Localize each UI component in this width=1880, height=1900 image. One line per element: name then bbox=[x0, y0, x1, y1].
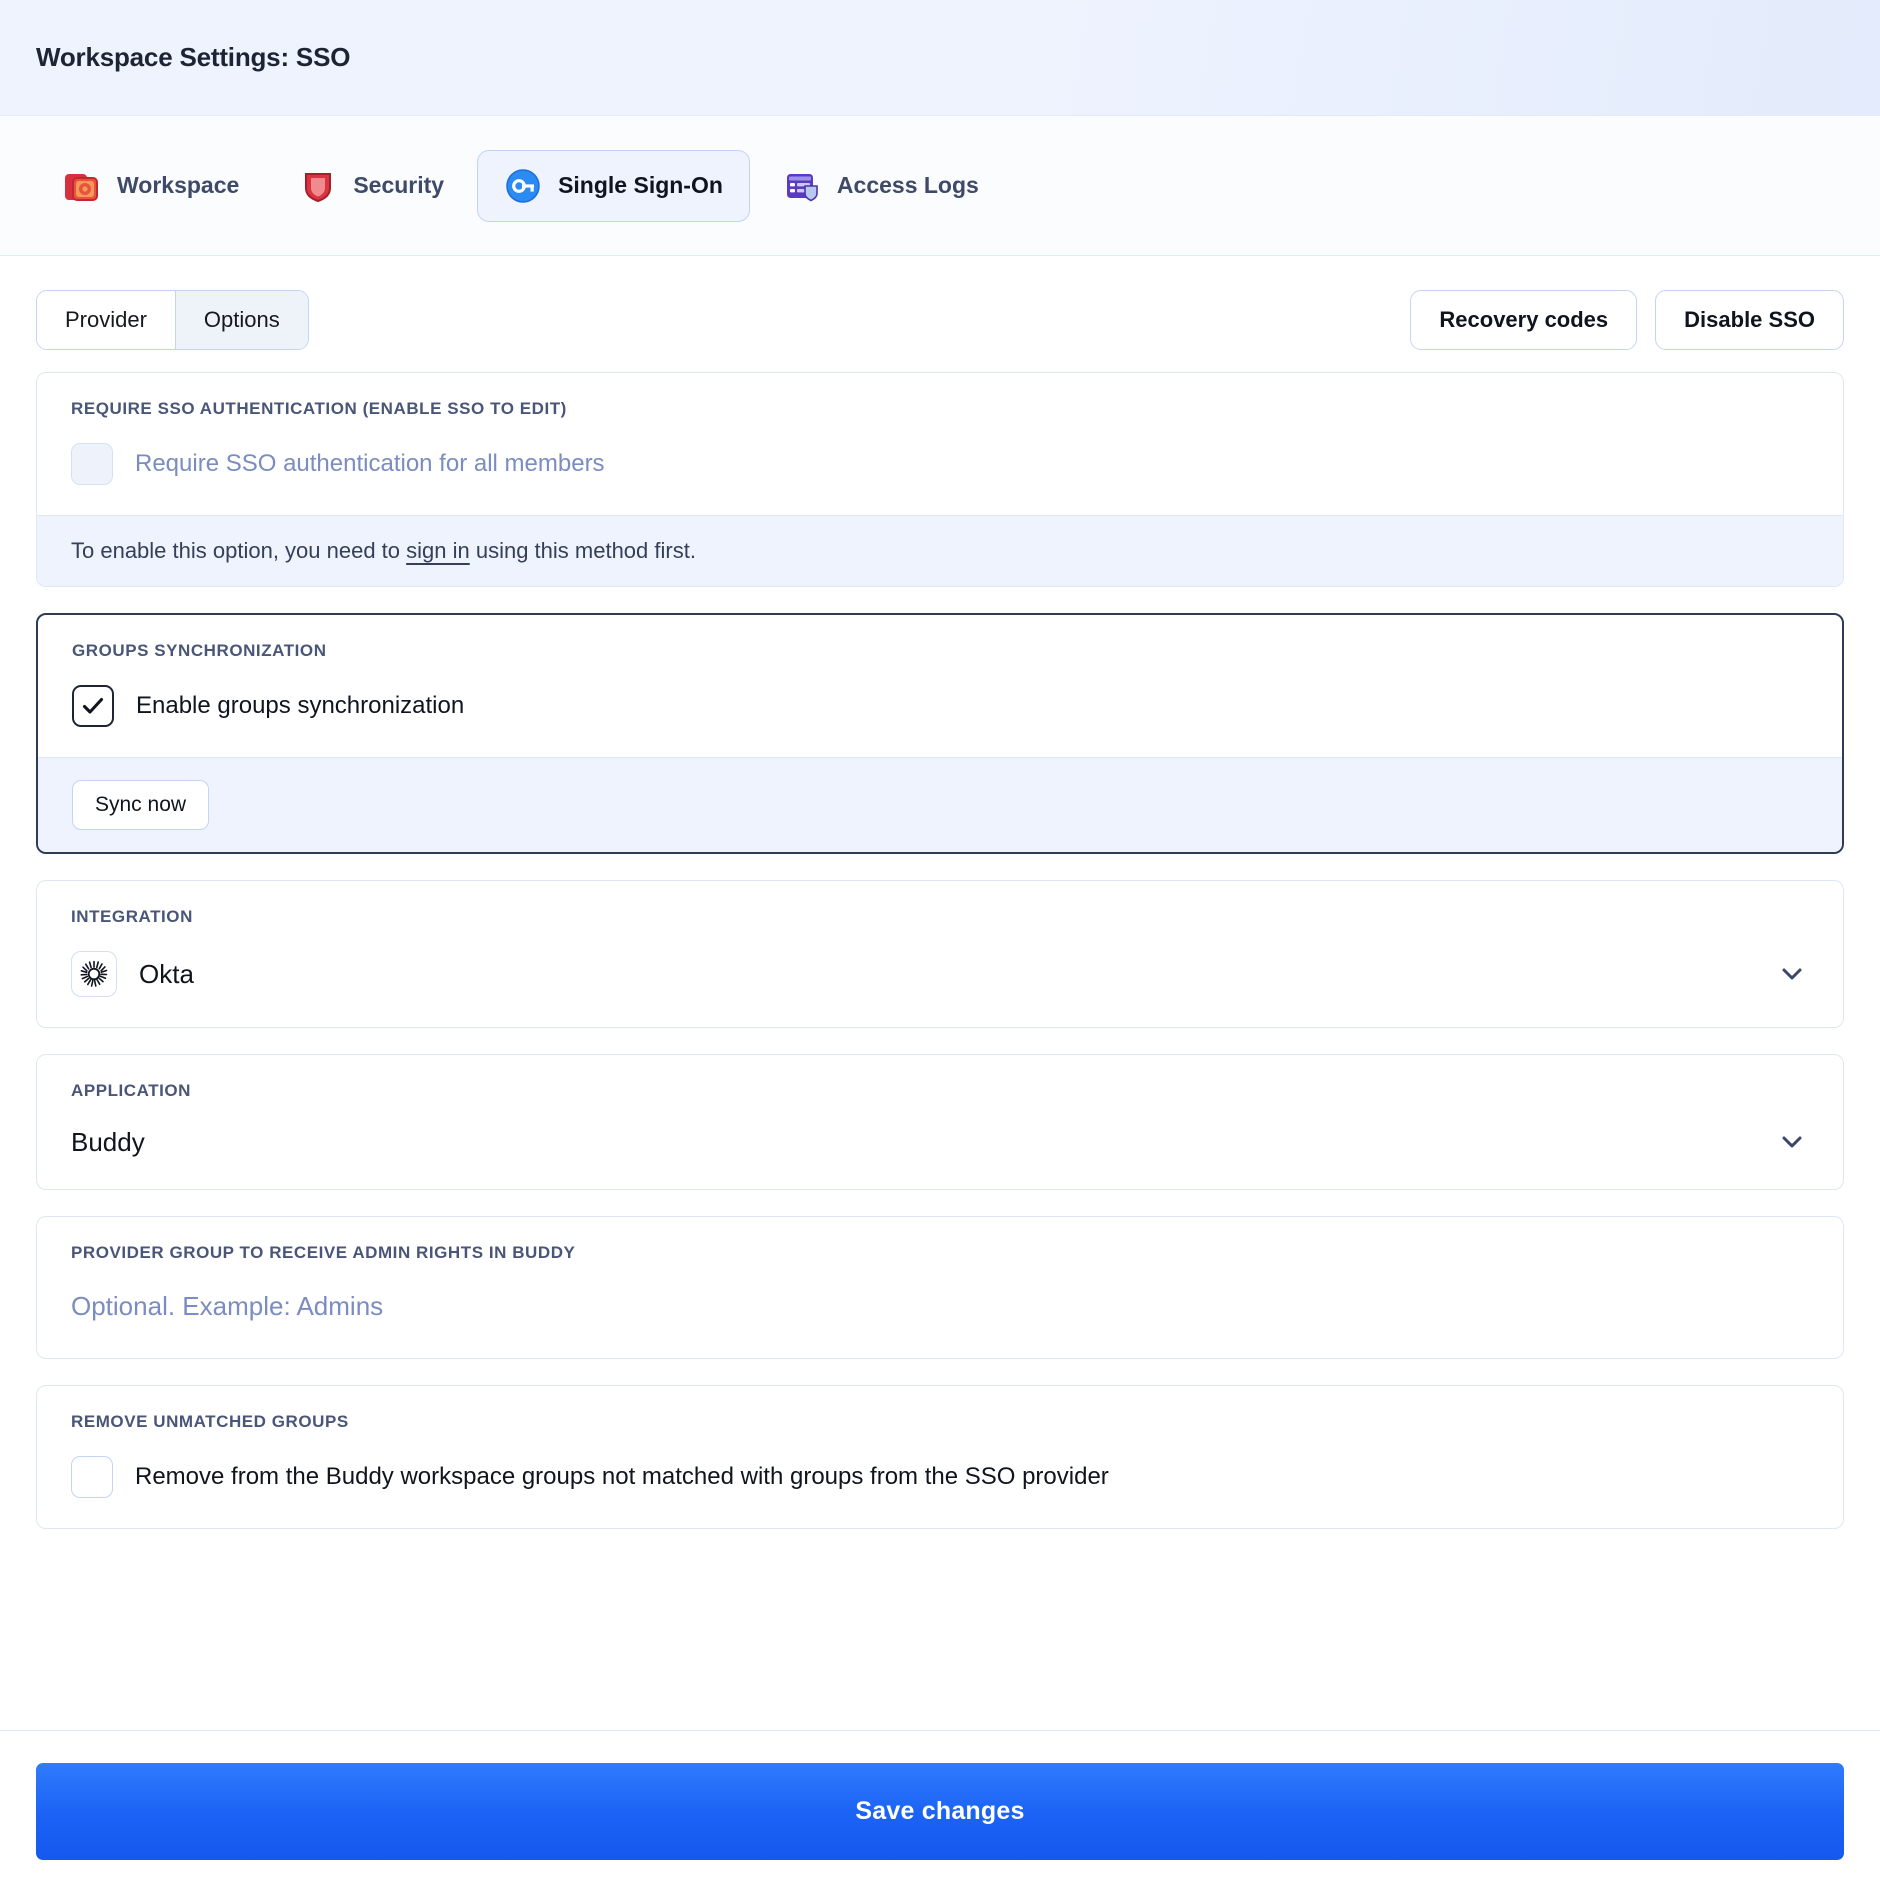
workspace-gear-icon bbox=[63, 167, 101, 205]
remove-unmatched-checkbox-row: Remove from the Buddy workspace groups n… bbox=[71, 1456, 1809, 1498]
chevron-down-icon[interactable] bbox=[1775, 1125, 1809, 1159]
application-select[interactable]: Buddy bbox=[71, 1125, 1809, 1159]
integration-select[interactable]: Okta bbox=[71, 951, 1809, 997]
application-select-value-wrap: Buddy bbox=[71, 1127, 145, 1158]
admin-group-section-label: PROVIDER GROUP TO RECEIVE ADMIN RIGHTS I… bbox=[71, 1243, 576, 1262]
recovery-codes-button[interactable]: Recovery codes bbox=[1410, 290, 1638, 350]
require-sso-checkbox-row: Require SSO authentication for all membe… bbox=[71, 443, 1809, 485]
remove-unmatched-groups-card: REMOVE UNMATCHED GROUPS Remove from the … bbox=[36, 1385, 1844, 1529]
remove-unmatched-card-body: REMOVE UNMATCHED GROUPS Remove from the … bbox=[37, 1386, 1843, 1528]
options-toolbar: Provider Options Recovery codes Disable … bbox=[36, 256, 1844, 372]
require-sso-note: To enable this option, you need to sign … bbox=[37, 515, 1843, 586]
enable-groups-sync-checkbox[interactable] bbox=[72, 685, 114, 727]
enable-groups-sync-label: Enable groups synchronization bbox=[136, 692, 465, 719]
disable-sso-button[interactable]: Disable SSO bbox=[1655, 290, 1844, 350]
tab-workspace[interactable]: Workspace bbox=[36, 150, 266, 222]
settings-content: Provider Options Recovery codes Disable … bbox=[0, 256, 1880, 1730]
main-tab-bar: Workspace Security Single Sign-On Access… bbox=[0, 116, 1880, 256]
application-value: Buddy bbox=[71, 1126, 145, 1157]
groups-sync-section-label: GROUPS SYNCHRONIZATION bbox=[72, 641, 327, 660]
logs-shield-icon bbox=[783, 167, 821, 205]
okta-logo-icon bbox=[71, 951, 117, 997]
groups-synchronization-card: GROUPS SYNCHRONIZATION Enable groups syn… bbox=[36, 613, 1844, 854]
shield-icon bbox=[299, 167, 337, 205]
groups-sync-checkbox-row: Enable groups synchronization bbox=[72, 685, 1808, 727]
integration-select-value-wrap: Okta bbox=[71, 951, 194, 997]
require-sso-card-body: REQUIRE SSO AUTHENTICATION (ENABLE SSO T… bbox=[37, 373, 1843, 515]
key-circle-icon bbox=[504, 167, 542, 205]
tab-security-label: Security bbox=[353, 172, 445, 198]
page-title: Workspace Settings: SSO bbox=[36, 42, 351, 72]
sso-settings-page: Workspace Settings: SSO Workspace Securi… bbox=[0, 0, 1880, 1900]
application-card-body: APPLICATION Buddy bbox=[37, 1055, 1843, 1189]
admin-group-card: PROVIDER GROUP TO RECEIVE ADMIN RIGHTS I… bbox=[36, 1216, 1844, 1359]
application-section-label: APPLICATION bbox=[71, 1081, 192, 1100]
tab-access-logs[interactable]: Access Logs bbox=[756, 150, 1006, 222]
toolbar-actions: Recovery codes Disable SSO bbox=[1410, 290, 1844, 350]
remove-unmatched-section-label: REMOVE UNMATCHED GROUPS bbox=[71, 1412, 349, 1431]
tab-single-sign-on[interactable]: Single Sign-On bbox=[477, 149, 750, 222]
admin-group-card-body: PROVIDER GROUP TO RECEIVE ADMIN RIGHTS I… bbox=[37, 1217, 1843, 1358]
require-sso-checkbox bbox=[71, 443, 113, 485]
tab-security[interactable]: Security bbox=[272, 150, 471, 222]
require-sso-note-suffix: using this method first. bbox=[469, 538, 696, 563]
integration-card-body: INTEGRATION Okta bbox=[37, 881, 1843, 1027]
integration-value: Okta bbox=[139, 958, 194, 989]
groups-sync-card-body: GROUPS SYNCHRONIZATION Enable groups syn… bbox=[38, 615, 1842, 757]
application-card: APPLICATION Buddy bbox=[36, 1054, 1844, 1190]
tab-workspace-label: Workspace bbox=[117, 172, 240, 198]
segment-provider[interactable]: Provider bbox=[37, 291, 175, 349]
tab-access-logs-label: Access Logs bbox=[836, 172, 979, 198]
save-changes-button[interactable]: Save changes bbox=[36, 1763, 1844, 1860]
remove-unmatched-checkbox[interactable] bbox=[71, 1456, 113, 1498]
page-header: Workspace Settings: SSO bbox=[0, 0, 1880, 116]
segment-options[interactable]: Options bbox=[174, 291, 308, 349]
sign-in-link[interactable]: sign in bbox=[406, 538, 470, 563]
check-icon bbox=[82, 697, 104, 714]
integration-card: INTEGRATION Okta bbox=[36, 880, 1844, 1028]
groups-sync-card-footer: Sync now bbox=[38, 757, 1842, 852]
page-footer: Save changes bbox=[0, 1730, 1880, 1900]
remove-unmatched-checkbox-label: Remove from the Buddy workspace groups n… bbox=[135, 1463, 1109, 1490]
sync-now-button[interactable]: Sync now bbox=[72, 780, 210, 830]
require-sso-section-label: REQUIRE SSO AUTHENTICATION (ENABLE SSO T… bbox=[71, 399, 567, 418]
admin-group-input[interactable] bbox=[71, 1287, 1809, 1328]
provider-options-segmented-control: Provider Options bbox=[36, 290, 309, 350]
tab-single-sign-on-label: Single Sign-On bbox=[558, 172, 723, 198]
require-sso-checkbox-label: Require SSO authentication for all membe… bbox=[135, 450, 605, 477]
chevron-down-icon[interactable] bbox=[1775, 957, 1809, 991]
require-sso-note-prefix: To enable this option, you need to bbox=[71, 538, 407, 563]
require-sso-card: REQUIRE SSO AUTHENTICATION (ENABLE SSO T… bbox=[36, 372, 1844, 587]
integration-section-label: INTEGRATION bbox=[71, 907, 193, 926]
